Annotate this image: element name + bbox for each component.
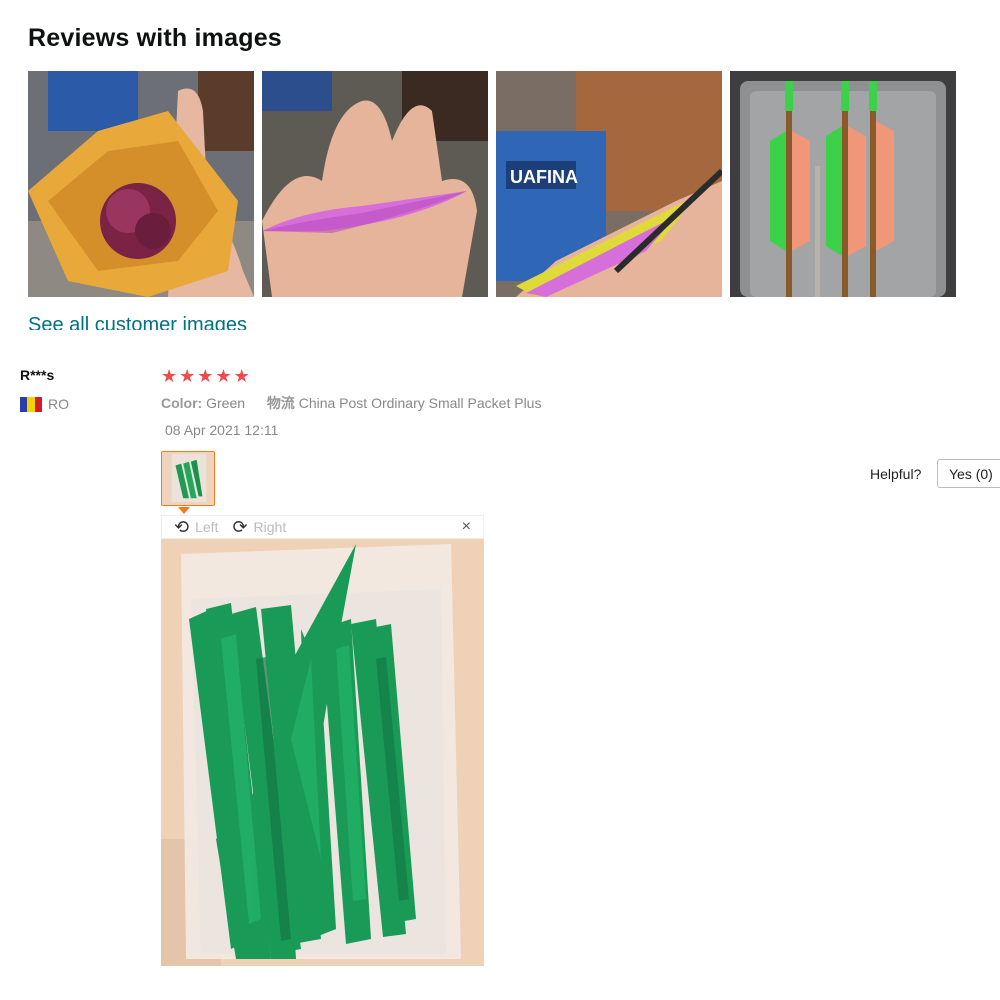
helpful-label: Helpful?	[870, 466, 922, 482]
color-value: Green	[206, 395, 246, 411]
rotate-right-button[interactable]: ⟳ Right	[232, 518, 286, 536]
rotate-left-icon: ⟲	[174, 517, 190, 537]
review-image-thumbnail[interactable]	[161, 451, 215, 506]
star-icon: ★	[197, 366, 214, 386]
gallery-image-bag-of-purple-vanes[interactable]	[28, 71, 254, 297]
rotate-right-icon: ⟳	[232, 517, 248, 537]
country-code: RO	[48, 396, 69, 412]
see-all-customer-images-link[interactable]: See all customer images	[28, 310, 247, 330]
review-image-large	[161, 539, 484, 966]
star-icon: ★	[233, 366, 250, 386]
rotate-left-label: Left	[195, 519, 219, 535]
section-title: Reviews with images	[28, 24, 282, 52]
star-rating: ★ ★ ★ ★ ★	[161, 366, 250, 386]
review-date: 08 Apr 2021 12:11	[165, 422, 279, 438]
rotate-right-label: Right	[253, 519, 287, 535]
star-icon: ★	[179, 366, 196, 386]
logistics-value: China Post Ordinary Small Packet Plus	[298, 395, 542, 411]
reviewer-country: RO	[20, 396, 69, 412]
reviewer-name: R***s	[20, 367, 55, 383]
svg-text:UAFINA: UAFINA	[510, 167, 578, 187]
image-viewer-toolbar: ⟲ Left ⟳ Right ×	[161, 515, 484, 539]
gallery-image-arrows-in-case[interactable]	[730, 71, 956, 297]
rotate-left-button[interactable]: ⟲ Left	[174, 518, 218, 536]
logistics-label: 物流	[266, 395, 295, 411]
selected-thumbnail-caret	[178, 507, 190, 514]
star-icon: ★	[215, 366, 232, 386]
romania-flag-icon	[20, 396, 42, 412]
color-label: Color:	[161, 395, 203, 411]
gallery-image-purple-vane-in-hand[interactable]	[262, 71, 488, 297]
helpful-yes-button[interactable]: Yes (0)	[937, 459, 1000, 488]
close-icon[interactable]: ×	[462, 518, 471, 536]
gallery-image-arrow-fletching-closeup[interactable]: UAFINA	[496, 71, 722, 297]
customer-image-gallery: UAFINA	[28, 71, 956, 297]
review-product-info: Color: Green 物流 China Post Ordinary Smal…	[161, 393, 541, 413]
star-icon: ★	[161, 366, 178, 386]
